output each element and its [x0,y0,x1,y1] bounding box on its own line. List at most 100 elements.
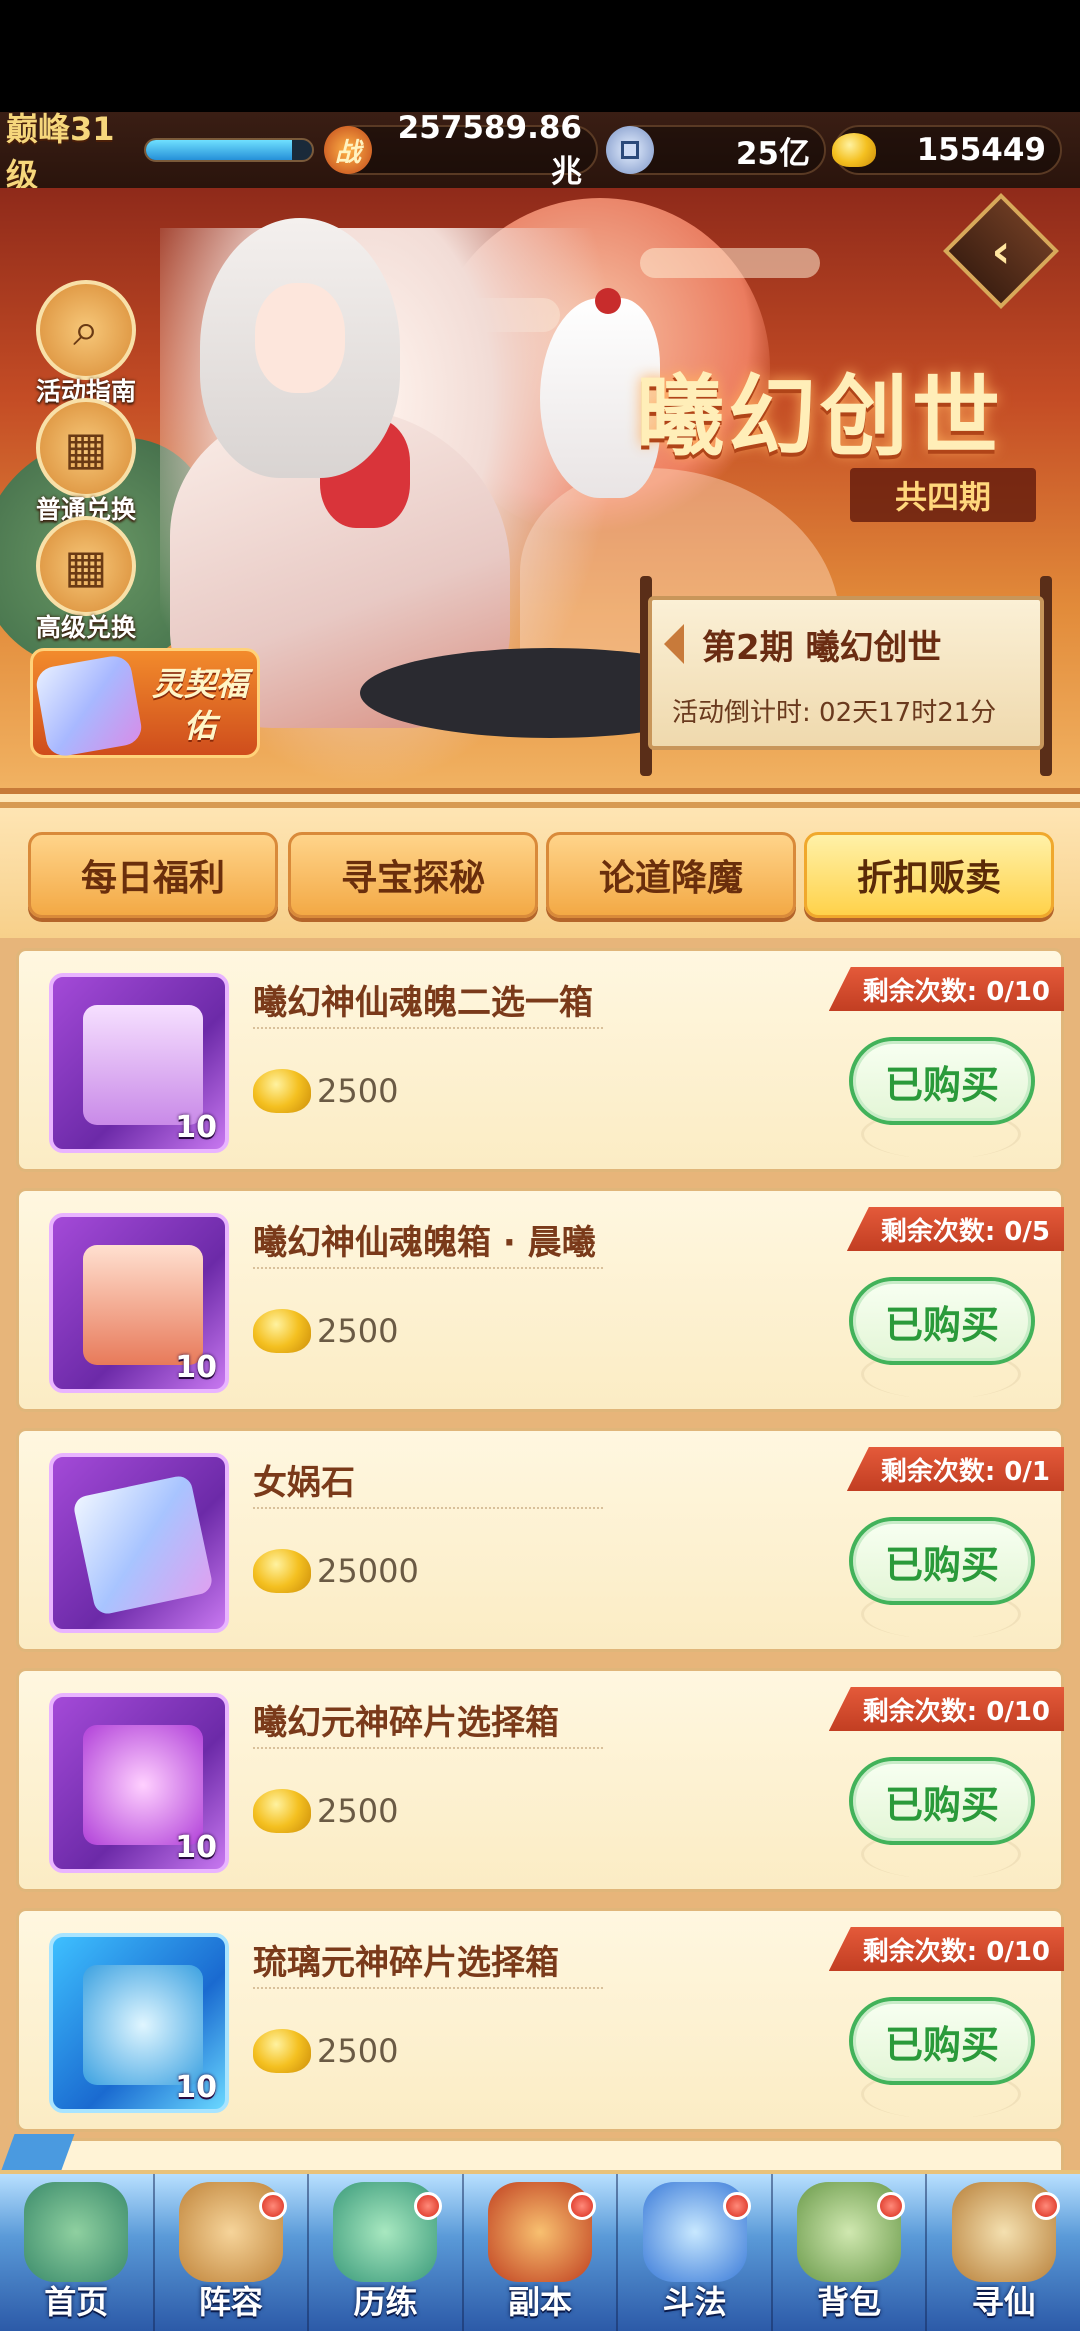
gold-ingot-icon [830,126,878,174]
gold-value: 155449 [916,132,1046,168]
nav-bag[interactable]: 背包 [773,2174,928,2331]
item-count: 10 [175,1350,217,1385]
item-name: 女娲石 [253,1463,355,1503]
nav-training[interactable]: 历练 [309,2174,464,2331]
purchased-button[interactable]: 已购买 [849,1277,1035,1365]
divider [253,1747,603,1749]
item-name: 琉璃元神碎片选择箱 [253,1943,559,1983]
item-price: 25000 [253,1549,419,1593]
tab-discount-sale[interactable]: 折扣贩卖 [804,832,1054,918]
crane-head [595,288,621,314]
nav-label: 首页 [44,2283,109,2321]
nav-summon[interactable]: 寻仙 [927,2174,1080,2331]
price-value: 2500 [317,1072,399,1110]
coin-display[interactable]: 25亿 [606,125,826,175]
power-display: 战 257589.86兆 [324,110,598,190]
purchased-button[interactable]: 已购买 [849,1757,1035,1845]
remaining-count-badge: 剩余次数: 0/5 [846,1207,1064,1251]
activity-guide-button[interactable]: ⌕ 活动指南 [26,280,146,408]
nav-label: 背包 [817,2283,882,2321]
item-price: 2500 [253,1789,398,1833]
item-thumbnail[interactable] [49,1453,229,1633]
lingqi-label: 灵契福佑 [151,665,248,745]
item-price: 2500 [253,2029,398,2073]
coin-icon [606,126,654,174]
tab-bar-trim [0,802,1080,808]
divider [253,1987,603,1989]
price-value: 2500 [317,2032,399,2070]
xp-bar [144,138,314,162]
tab-demon-subduing[interactable]: 论道降魔 [546,832,796,918]
purchased-button[interactable]: 已购买 [849,1517,1035,1605]
gold-ingot-icon [253,1789,311,1833]
gold-ingot-icon [253,1549,311,1593]
power-value: 257589.86兆 [397,109,582,190]
spirit-orb-chest-icon [83,1725,203,1845]
purchased-button[interactable]: 已购买 [849,1037,1035,1125]
event-banner: 曦幻创世 共四期 ‹ ⌕ 活动指南 ▦ 普通兑换 ▦ 高级兑换 灵契福佑 第2期… [0,188,1080,788]
notification-dot [1032,2192,1061,2220]
remaining-count-badge: 剩余次数: 0/10 [828,967,1064,1011]
spirit-orb-chest-icon [83,1965,203,2085]
item-thumbnail[interactable]: 10 [49,1693,229,1873]
shop-item-card: 10 曦幻元神碎片选择箱 2500 剩余次数: 0/10 已购买 [16,1668,1064,1892]
nav-home[interactable]: 首页 [0,2174,155,2331]
xp-bar-fill [146,140,293,160]
nav-battle[interactable]: 斗法 [618,2174,773,2331]
event-title: 曦幻创世 [636,364,1005,468]
period-title: 第2期 曦幻创世 [702,628,942,668]
nav-label: 寻仙 [971,2283,1036,2321]
advanced-exchange-button[interactable]: ▦ 高级兑换 [26,516,146,644]
period-panel: 第2期 曦幻创世 活动倒计时: 02天17时21分 [640,576,1052,776]
tab-treasure-hunt[interactable]: 寻宝探秘 [288,832,538,918]
gold-display[interactable]: 155449 [832,125,1062,175]
tab-bar: 每日福利 寻宝探秘 论道降魔 折扣贩卖 [0,788,1080,938]
crystal-icon [71,1473,215,1617]
remaining-count-badge: 剩余次数: 0/10 [828,1927,1064,1971]
divider [253,1027,603,1029]
divider [253,1267,603,1269]
period-panel-body: 第2期 曦幻创世 活动倒计时: 02天17时21分 [648,596,1044,750]
remaining-count-badge: 剩余次数: 0/1 [846,1447,1064,1491]
item-count: 10 [175,1830,217,1865]
back-button[interactable]: ‹ [943,193,1059,309]
item-thumbnail[interactable]: 10 [49,973,229,1153]
event-subtitle: 共四期 [850,468,1036,522]
shop-item-card-partial [16,2138,1064,2170]
notification-dot [259,2192,288,2220]
purchased-button[interactable]: 已购买 [849,1997,1035,2085]
period-prev-arrow-icon[interactable] [664,624,684,664]
character-face [255,283,345,393]
nav-dungeon[interactable]: 副本 [464,2174,619,2331]
nav-label: 历练 [353,2283,418,2321]
power-icon: 战 [324,126,372,174]
shop-item-card: 10 曦幻神仙魂魄二选一箱 2500 剩余次数: 0/10 已购买 [16,948,1064,1172]
divider [253,1507,603,1509]
countdown-text: 活动倒计时: 02天17时21分 [672,698,997,728]
shop-item-card: 10 琉璃元神碎片选择箱 2500 剩余次数: 0/10 已购买 [16,1908,1064,2132]
notification-dot [413,2192,442,2220]
item-count: 10 [175,1110,217,1145]
lingqi-blessing-button[interactable]: 灵契福佑 [30,648,260,759]
advanced-exchange-label: 高级兑换 [35,613,136,642]
normal-exchange-button[interactable]: ▦ 普通兑换 [26,398,146,526]
player-level: 巅峰31级 [6,110,115,194]
item-thumbnail[interactable]: 10 [49,1933,229,2113]
item-count: 10 [175,2070,217,2105]
item-name: 曦幻神仙魂魄二选一箱 [253,983,593,1023]
home-icon [24,2182,129,2282]
item-price: 2500 [253,1069,398,1113]
nav-label: 副本 [508,2283,573,2321]
item-thumbnail[interactable]: 10 [49,1213,229,1393]
gold-ingot-icon [253,2029,311,2073]
screen: 巅峰31级 战 257589.86兆 25亿 155449 曦幻创世 共四期 ‹… [0,0,1080,2331]
shop-item-card: 女娲石 25000 剩余次数: 0/1 已购买 [16,1428,1064,1652]
nav-lineup[interactable]: 阵容 [155,2174,310,2331]
notification-dot [722,2192,751,2220]
item-name: 曦幻神仙魂魄箱 · 晨曦 [253,1223,596,1263]
price-value: 2500 [317,1792,399,1830]
shop-item-card: 10 曦幻神仙魂魄箱 · 晨曦 2500 剩余次数: 0/5 已购买 [16,1188,1064,1412]
item-list[interactable]: 10 曦幻神仙魂魄二选一箱 2500 剩余次数: 0/10 已购买 10 曦幻神… [0,938,1080,2170]
tab-daily-welfare[interactable]: 每日福利 [28,832,278,918]
notification-dot [877,2192,906,2220]
